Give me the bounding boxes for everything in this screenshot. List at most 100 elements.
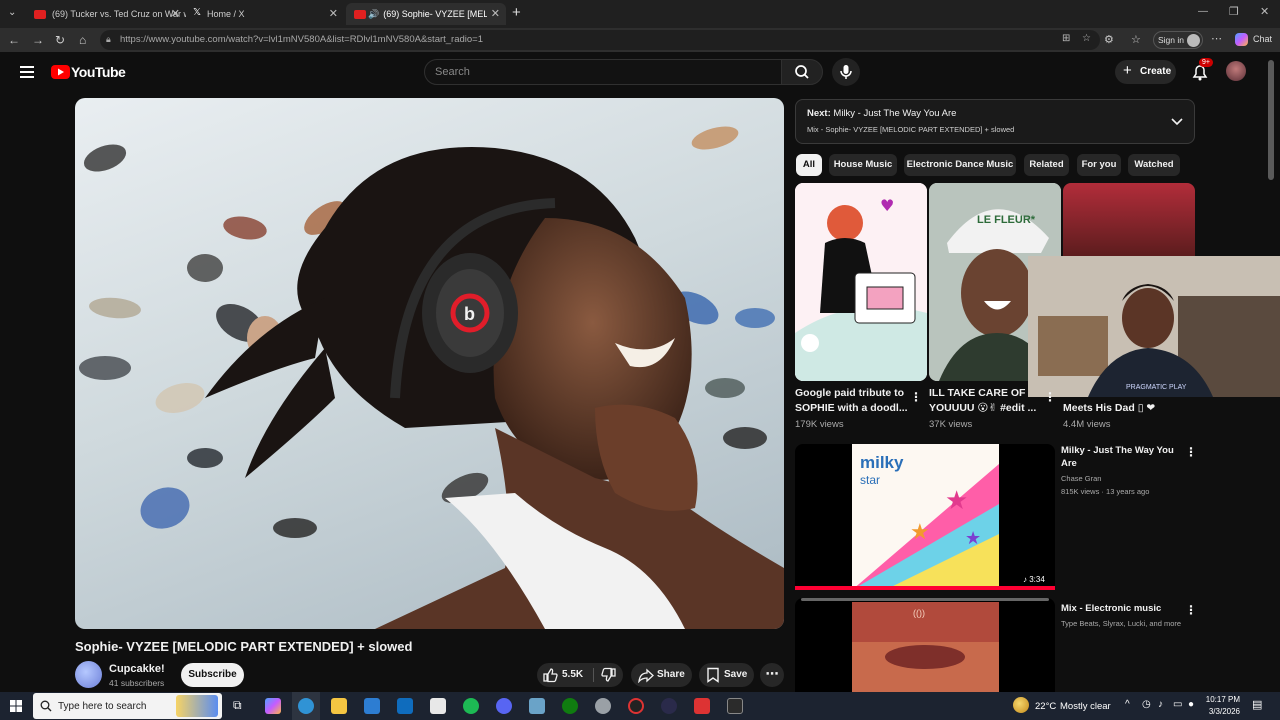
chip-electronic-dance-music[interactable]: Electronic Dance Music <box>904 154 1016 176</box>
spotify-app-icon[interactable] <box>463 698 479 714</box>
app-icon[interactable] <box>595 698 611 714</box>
tray-app-icon[interactable]: ◷ <box>1142 699 1151 710</box>
app-available-icon[interactable]: ⊞ <box>1062 33 1070 44</box>
like-button[interactable]: 5.5K <box>537 663 592 687</box>
chip-house-music[interactable]: House Music <box>829 154 897 176</box>
video-player[interactable]: b <box>75 98 784 629</box>
restore-icon[interactable]: ❐ <box>1229 5 1239 18</box>
clock-date[interactable]: 3/3/2026 <box>1200 707 1240 716</box>
forward-icon[interactable]: → <box>32 33 44 47</box>
voice-search-button[interactable] <box>832 58 860 86</box>
search-input[interactable]: Search <box>424 59 782 85</box>
weather-temp[interactable]: 22°C <box>1035 701 1056 712</box>
network-icon[interactable]: ▭ <box>1173 699 1182 710</box>
discord-app-icon[interactable] <box>496 698 512 714</box>
hamburger-menu-icon[interactable] <box>20 66 34 78</box>
list-item-2-title[interactable]: Mix - Electronic music <box>1061 602 1161 615</box>
list-item-1-thumbnail[interactable]: milky star ★ ★ ★ ♪ 3:34 <box>795 444 1055 590</box>
tab-list-chevron-icon[interactable]: ⌄ <box>8 7 16 18</box>
notepad-app-icon[interactable] <box>430 698 446 714</box>
more-actions-button[interactable]: ⋯ <box>760 663 784 687</box>
close-tab-icon[interactable]: ✕ <box>329 7 338 20</box>
microsoft-store-icon[interactable] <box>364 698 380 714</box>
list-item-1-title-line2[interactable]: Are <box>1061 457 1077 470</box>
dislike-button[interactable] <box>597 663 623 687</box>
windows-start-icon[interactable] <box>10 700 22 712</box>
copilot-icon[interactable] <box>1235 33 1248 46</box>
chip-all[interactable]: All <box>796 154 822 176</box>
sign-in-button[interactable]: Sign in <box>1153 31 1203 49</box>
list-item-2-more-icon[interactable]: ⋮ <box>1185 603 1197 617</box>
obs-app-icon[interactable] <box>628 698 644 714</box>
channel-name[interactable]: Cupcakke! <box>109 663 165 675</box>
browser-tab-2[interactable]: 𝕏 Home / X ✕ <box>188 3 344 25</box>
epic-games-app-icon[interactable] <box>727 698 743 714</box>
short-card-1-thumbnail[interactable]: ♥ <box>795 183 927 381</box>
close-window-icon[interactable]: ✕ <box>1260 5 1269 18</box>
subscribe-button[interactable]: Subscribe <box>181 663 244 687</box>
list-item-1-title-line1[interactable]: Milky - Just The Way You <box>1061 444 1174 457</box>
video-title: Sophie- VYZEE [MELODIC PART EXTENDED] + … <box>75 639 413 654</box>
chip-for-you[interactable]: For you <box>1077 154 1121 176</box>
browser-tab-3-active[interactable]: 🔊 (69) Sophie- VYZEE [MELODIC ✕ <box>346 3 506 25</box>
browser-tab-1[interactable]: (69) Tucker vs. Ted Cruz on War wi ✕ <box>26 3 186 25</box>
minimize-icon[interactable]: — <box>1198 6 1208 17</box>
youtube-logo-icon[interactable] <box>51 65 70 79</box>
save-button[interactable]: Save <box>699 663 754 687</box>
speaker-icon[interactable]: ♪ <box>1158 699 1163 710</box>
list-item-1-more-icon[interactable]: ⋮ <box>1185 445 1197 459</box>
list-item-1-channel[interactable]: Chase Gran <box>1061 474 1101 483</box>
chat-label[interactable]: Chat <box>1253 34 1272 44</box>
search-button[interactable] <box>781 59 823 85</box>
up-next-panel[interactable]: Next: Milky - Just The Way You Are Mix -… <box>795 99 1195 144</box>
youtube-logo-text[interactable]: YouTube <box>71 64 126 80</box>
chip-related[interactable]: Related <box>1024 154 1069 176</box>
clock-time[interactable]: 10:17 PM <box>1200 695 1240 704</box>
extensions-icon[interactable]: ⚙ <box>1104 33 1114 46</box>
app-icon[interactable] <box>694 698 710 714</box>
create-button[interactable]: + Create <box>1115 60 1176 84</box>
tray-chevron-up-icon[interactable]: ^ <box>1125 699 1130 710</box>
app-icon[interactable] <box>529 698 545 714</box>
short-card-1-title-line2[interactable]: SOPHIE with a doodl... <box>795 401 908 416</box>
favorite-star-icon[interactable]: ☆ <box>1082 33 1091 44</box>
microphone-icon[interactable]: ● <box>1188 699 1194 710</box>
xbox-app-icon[interactable] <box>562 698 578 714</box>
list-item-2-thumbnail[interactable]: (()) <box>795 598 1055 692</box>
app-icon[interactable] <box>661 698 677 714</box>
refresh-icon[interactable]: ↻ <box>55 33 65 47</box>
short-card-3-title[interactable]: Meets His Dad ▯ ❤ <box>1063 401 1155 416</box>
short-card-2-more-icon[interactable]: ⋮ <box>1044 390 1056 404</box>
short-card-2-title-line1[interactable]: ILL TAKE CARE OF <box>929 386 1025 401</box>
svg-text:milky: milky <box>860 453 904 472</box>
channel-avatar[interactable] <box>75 661 102 688</box>
back-icon[interactable]: ← <box>8 33 20 47</box>
chevron-down-icon[interactable] <box>1170 115 1184 129</box>
chip-watched[interactable]: Watched <box>1128 154 1180 176</box>
share-button[interactable]: Share <box>631 663 692 687</box>
favorites-icon[interactable]: ☆ <box>1131 33 1141 46</box>
notifications-button[interactable]: 9+ <box>1190 58 1213 82</box>
new-tab-icon[interactable]: + <box>512 4 521 21</box>
search-icon <box>795 65 809 79</box>
close-tab-icon[interactable]: ✕ <box>491 7 500 20</box>
short-card-3-thumbnail[interactable] <box>1063 183 1195 258</box>
copilot-app-icon[interactable] <box>265 698 281 714</box>
file-explorer-icon[interactable] <box>331 698 347 714</box>
mail-app-icon[interactable] <box>397 698 413 714</box>
close-tab-icon[interactable]: ✕ <box>171 7 180 20</box>
task-view-icon[interactable]: ⧉ <box>233 698 242 713</box>
album-cover-image: (()) <box>852 602 999 692</box>
account-avatar[interactable] <box>1226 61 1246 81</box>
taskbar-search-input[interactable]: Type here to search <box>33 693 222 719</box>
home-icon[interactable]: ⌂ <box>79 33 86 47</box>
address-bar-row: ← → ↻ ⌂ 🔒︎ https://www.youtube.com/watch… <box>0 28 1280 52</box>
more-menu-icon[interactable]: ⋯ <box>1211 32 1222 45</box>
url-field[interactable]: 🔒︎ https://www.youtube.com/watch?v=lvl1m… <box>100 30 1100 50</box>
short-card-2-title-line2[interactable]: YOUUUU 😮✌ #edit ... <box>929 401 1036 416</box>
page-scrollbar-thumb[interactable] <box>1268 60 1274 180</box>
short-card-1-title-line1[interactable]: Google paid tribute to <box>795 386 904 401</box>
weather-text[interactable]: Mostly clear <box>1060 701 1111 712</box>
short-card-1-more-icon[interactable]: ⋮ <box>910 390 922 404</box>
notification-center-icon[interactable]: ▤ <box>1252 698 1262 711</box>
